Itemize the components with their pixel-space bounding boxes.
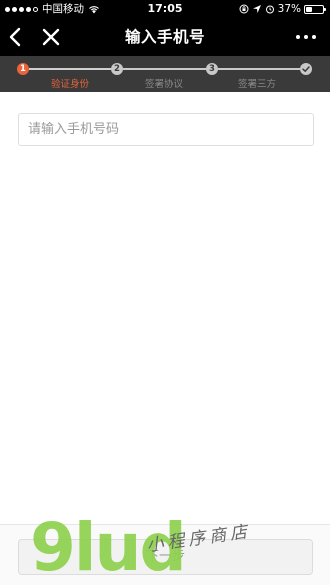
battery-level [306,6,312,12]
step-3-label: 签署三方 [238,79,277,90]
page-title: 输入手机号 [124,28,205,46]
nav-bar: 输入手机号 [0,18,330,56]
step-3-circle: 3 [206,63,218,75]
alarm-icon [265,5,274,14]
close-icon[interactable] [40,26,62,48]
phone-field [18,113,314,146]
battery-percent: 37% [277,3,301,15]
step-connector-3 [218,68,300,70]
step-2-circle: 2 [111,63,123,75]
step-2-label: 签署协议 [145,79,184,90]
more-dots-icon[interactable] [296,28,318,46]
phone-input[interactable] [19,114,313,145]
progress-steps: 1 2 3 验证身份 签署协议 签署三方 [0,56,330,92]
step-done-check-icon [300,63,312,75]
status-bar: 中国移动 17:05 37% [0,0,330,18]
step-1-circle: 1 [17,63,29,75]
step-connector-2 [123,68,206,70]
step-1-label: 验证身份 [51,79,90,90]
bottom-bar: 下一步 [0,524,330,585]
next-step-button[interactable]: 下一步 [18,539,313,575]
status-right: 37% [239,0,326,18]
battery-icon [304,4,326,14]
step-connector-1 [29,68,111,70]
back-chevron-icon[interactable] [6,26,26,48]
location-icon [252,5,261,13]
screen-lock-icon [239,4,249,14]
